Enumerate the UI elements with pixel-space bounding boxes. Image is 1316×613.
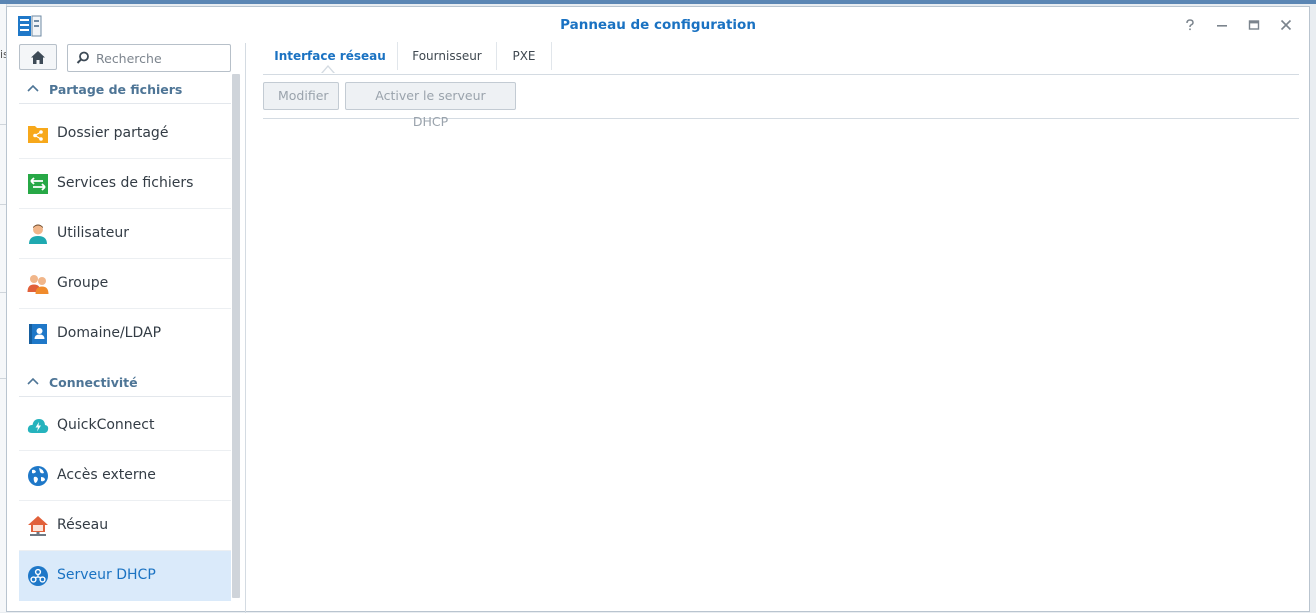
close-icon (1280, 19, 1292, 31)
control-panel-window: Panneau de configuration Recherche Parta… (6, 6, 1310, 613)
sidebar-item-label: Groupe (57, 275, 109, 291)
sidebar-item-label: Réseau (57, 517, 109, 533)
sidebar-nav: Partage de fichiers Dossier partagé Serv… (19, 74, 231, 613)
sidebar-scrollbar[interactable] (232, 74, 240, 598)
minimize-button[interactable] (1213, 16, 1231, 34)
sidebar-item-label: Utilisateur (57, 225, 130, 241)
home-button[interactable] (19, 44, 57, 70)
help-button[interactable] (1181, 16, 1199, 34)
sidebar-item-external-access[interactable]: Accès externe (19, 451, 231, 501)
close-button[interactable] (1277, 16, 1295, 34)
tab-pxe[interactable]: PXE (497, 42, 551, 73)
tab-bar: Interface réseau Fournisseur PXE (263, 42, 1299, 75)
user-icon (29, 224, 47, 244)
sidebar-item-shared-folder[interactable]: Dossier partagé (19, 109, 231, 159)
sidebar-item-file-services[interactable]: Services de fichiers (19, 159, 231, 209)
enable-dhcp-server-button[interactable]: Activer le serveur DHCP (345, 82, 516, 129)
sidebar-item-label: Serveur DHCP (57, 567, 156, 583)
toolbar: Modifier Activer le serveur DHCP (263, 82, 1299, 129)
shared-folder-icon (28, 126, 48, 143)
window-title: Panneau de configuration (560, 17, 756, 33)
sidebar-item-quickconnect[interactable]: QuickConnect (19, 401, 231, 451)
sidebar-item-label: Dossier partagé (57, 125, 169, 141)
sidebar-separator (245, 43, 246, 613)
section-label: Partage de fichiers (49, 82, 183, 97)
tab-provider[interactable]: Fournisseur (398, 42, 496, 73)
maximize-button[interactable] (1245, 16, 1263, 34)
search-field[interactable] (67, 44, 231, 72)
tab-separator (551, 42, 552, 70)
section-file-sharing[interactable]: Partage de fichiers (19, 74, 231, 104)
help-icon (1186, 19, 1194, 31)
sidebar-item-label: Accès externe (57, 467, 156, 483)
network-icon (28, 516, 48, 536)
home-icon (31, 50, 45, 64)
title-bar[interactable]: Panneau de configuration (7, 7, 1309, 43)
chevron-up-icon (27, 377, 39, 385)
sidebar-item-label: Services de fichiers (57, 175, 194, 191)
domain-ldap-icon (29, 324, 47, 344)
file-services-icon (28, 174, 48, 194)
main-content-area (263, 119, 1299, 609)
external-access-icon (28, 466, 48, 486)
sidebar-item-label: QuickConnect (57, 417, 155, 433)
sidebar-item-user[interactable]: Utilisateur (19, 209, 231, 259)
modify-button[interactable]: Modifier (263, 82, 339, 110)
screen-top-line (0, 0, 1316, 4)
chevron-up-icon (27, 84, 39, 92)
sidebar-item-domain-ldap[interactable]: Domaine/LDAP (19, 309, 231, 359)
quickconnect-icon (27, 419, 49, 433)
sidebar-item-partial[interactable] (19, 601, 231, 613)
group-icon (27, 275, 49, 294)
search-icon (76, 51, 89, 64)
sidebar-item-network[interactable]: Réseau (19, 501, 231, 551)
section-connectivity[interactable]: Connectivité (19, 367, 231, 397)
sidebar-item-label: Domaine/LDAP (57, 325, 162, 341)
section-label: Connectivité (49, 375, 138, 390)
search-input[interactable] (96, 48, 224, 68)
dhcp-server-icon (28, 566, 48, 586)
sidebar-item-dhcp-server[interactable]: Serveur DHCP (19, 551, 231, 601)
minimize-icon (1217, 25, 1227, 27)
maximize-icon (1248, 20, 1260, 30)
sidebar-item-group[interactable]: Groupe (19, 259, 231, 309)
